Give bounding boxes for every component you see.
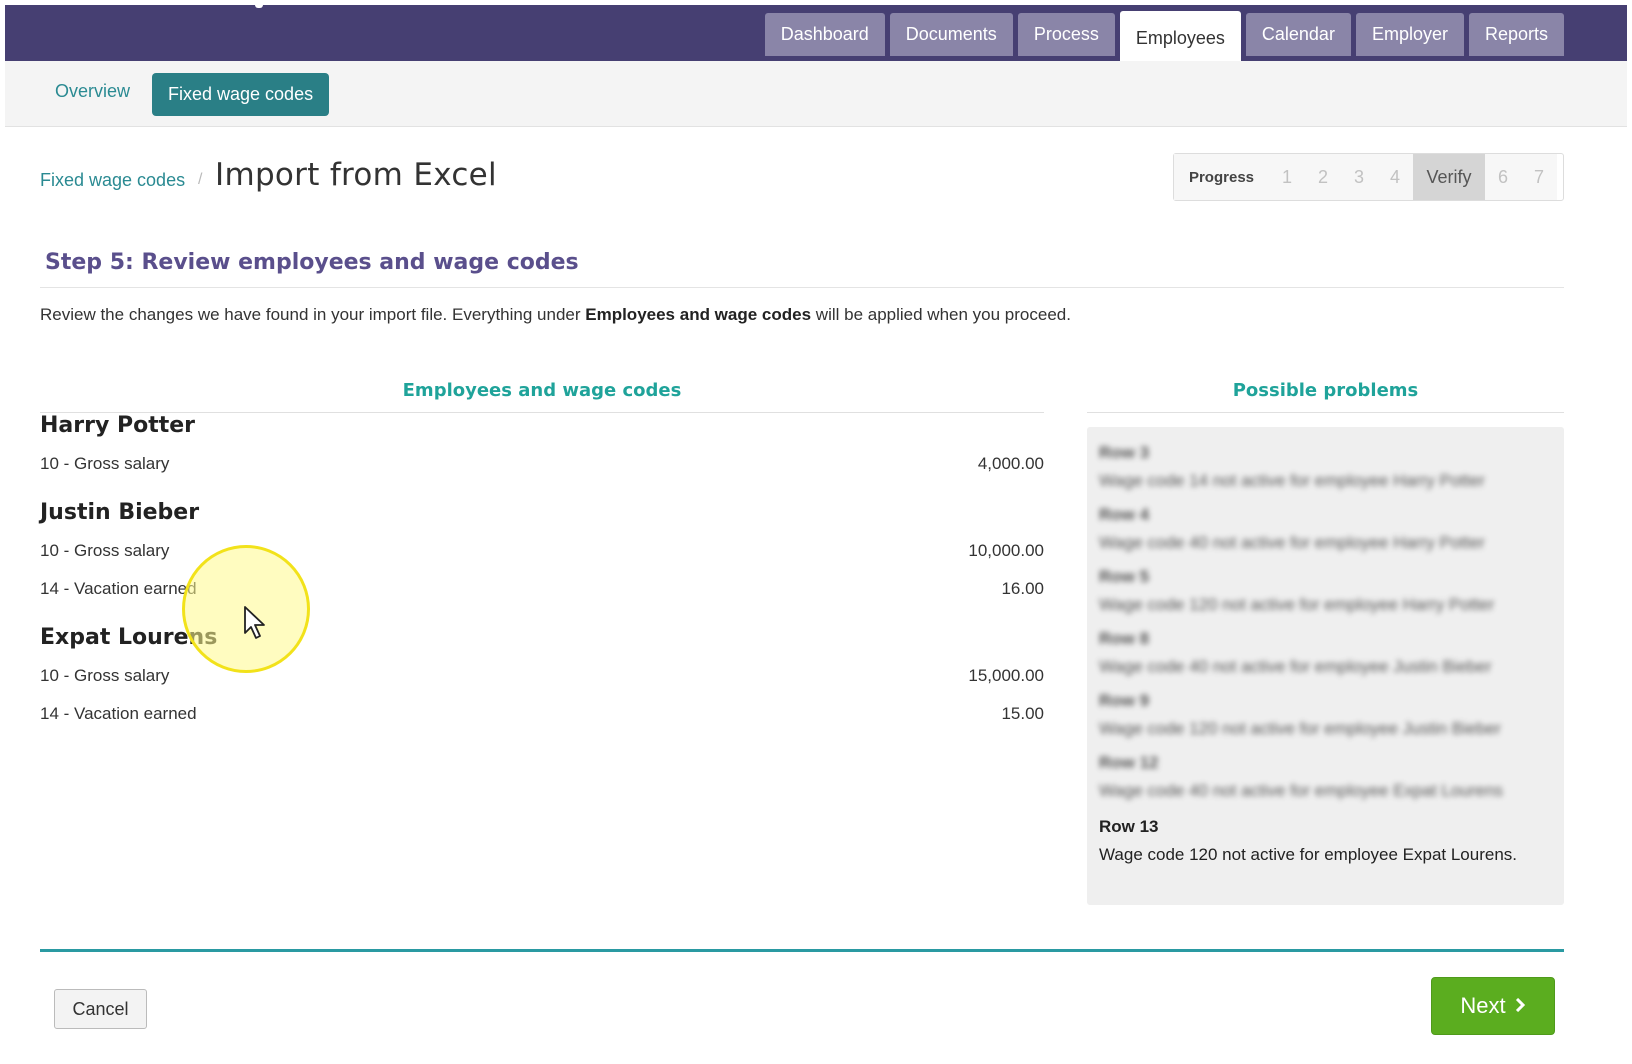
- wage-code-label: 14 - Vacation earned: [40, 704, 197, 723]
- app-frame: Dashboard Documents Process Employees Ca…: [5, 5, 1627, 1064]
- wage-code-label: 10 - Gross salary: [40, 666, 170, 685]
- subnav-fixed-wage-codes-button[interactable]: Fixed wage codes: [152, 73, 330, 116]
- problem-item: Row 13 Wage code 120 not active for empl…: [1099, 817, 1517, 865]
- breadcrumb-fixed-wage-codes[interactable]: Fixed wage codes: [40, 170, 185, 191]
- problem-message: Wage code 40 not active for employee Exp…: [1099, 781, 1503, 800]
- cancel-button[interactable]: Cancel: [54, 989, 147, 1029]
- employees-wage-codes-column: Employees and wage codes Harry Potter 10…: [40, 380, 1044, 723]
- progress-step-verify: Verify: [1413, 154, 1485, 200]
- problem-row-label: Row 4: [1099, 505, 1150, 524]
- employees-column-heading: Employees and wage codes: [40, 380, 1044, 413]
- step-title: Step 5: Review employees and wage codes: [45, 250, 579, 275]
- progress-step-2: 2: [1305, 154, 1341, 200]
- possible-problems-column: Possible problems Row 3 Wage code 14 not…: [1087, 380, 1564, 905]
- tab-dashboard[interactable]: Dashboard: [764, 13, 885, 56]
- step-divider: [40, 287, 1564, 288]
- problem-message: Wage code 120 not active for employee Ha…: [1099, 595, 1495, 614]
- wage-code-label: 10 - Gross salary: [40, 454, 170, 473]
- progress-step-7: 7: [1521, 154, 1557, 200]
- wage-code-row: 10 - Gross salary 10,000.00: [40, 541, 1044, 561]
- problem-message: Wage code 40 not active for employee Har…: [1099, 533, 1485, 552]
- top-navbar: Dashboard Documents Process Employees Ca…: [5, 5, 1627, 64]
- footer-divider: [40, 949, 1564, 952]
- subnav-overview-link[interactable]: Overview: [55, 81, 130, 102]
- tab-documents[interactable]: Documents: [889, 13, 1013, 56]
- problem-message: Wage code 40 not active for employee Jus…: [1099, 657, 1492, 676]
- employee-name: Justin Bieber: [40, 500, 200, 525]
- progress-step-1: 1: [1269, 154, 1305, 200]
- tab-calendar[interactable]: Calendar: [1245, 13, 1351, 56]
- employee-name: Harry Potter: [40, 413, 195, 438]
- next-button[interactable]: Next: [1431, 977, 1555, 1035]
- wage-code-row: 14 - Vacation earned 15.00: [40, 704, 1044, 724]
- wage-code-row: 10 - Gross salary 15,000.00: [40, 666, 1044, 686]
- progress-step-6: 6: [1485, 154, 1521, 200]
- step-description: Review the changes we have found in your…: [40, 305, 1071, 324]
- problem-row-label: Row 3: [1099, 443, 1150, 462]
- tab-employees[interactable]: Employees: [1119, 11, 1241, 64]
- breadcrumb-separator: /: [198, 171, 203, 188]
- problem-row-label: Row 8: [1099, 629, 1150, 648]
- step-description-emphasis: Employees and wage codes: [585, 305, 812, 324]
- problem-message: Wage code 14 not active for employee Har…: [1099, 471, 1485, 490]
- wage-code-row: 10 - Gross salary 4,000.00: [40, 454, 1044, 474]
- problem-item: Row 8 Wage code 40 not active for employ…: [1099, 629, 1491, 677]
- problem-row-label: Row 5: [1099, 567, 1150, 586]
- problem-row-label: Row 12: [1099, 753, 1159, 772]
- problem-item: Row 12 Wage code 40 not active for emplo…: [1099, 753, 1503, 801]
- main-nav-tabs: Dashboard Documents Process Employees Ca…: [764, 11, 1564, 64]
- next-button-label: Next: [1460, 993, 1506, 1018]
- progress-step-3: 3: [1341, 154, 1377, 200]
- problem-row-label: Row 13: [1099, 817, 1159, 836]
- problem-item: Row 4 Wage code 40 not active for employ…: [1099, 505, 1485, 553]
- wage-code-label: 10 - Gross salary: [40, 541, 170, 560]
- progress-label: Progress: [1174, 154, 1269, 200]
- problem-item: Row 5 Wage code 120 not active for emplo…: [1099, 567, 1494, 615]
- chevron-right-icon: [1514, 996, 1526, 1017]
- wage-code-value: 10,000.00: [968, 541, 1044, 560]
- mouse-pointer-icon: [243, 605, 267, 641]
- problem-message: Wage code 120 not active for employee Ex…: [1099, 845, 1518, 864]
- problem-row-label: Row 9: [1099, 691, 1150, 710]
- tab-reports[interactable]: Reports: [1468, 13, 1564, 56]
- page-title: Import from Excel: [215, 157, 497, 193]
- sub-navbar: Overview Fixed wage codes: [5, 61, 1627, 127]
- wage-code-value: 4,000.00: [977, 454, 1044, 473]
- problems-column-heading: Possible problems: [1087, 380, 1564, 413]
- tab-process[interactable]: Process: [1017, 13, 1115, 56]
- problem-item: Row 9 Wage code 120 not active for emplo…: [1099, 691, 1501, 739]
- progress-indicator: Progress 1 2 3 4 Verify 6 7: [1173, 153, 1564, 201]
- wage-code-value: 15,000.00: [968, 666, 1044, 685]
- wage-code-value: 15.00: [1001, 704, 1044, 723]
- wage-code-value: 16.00: [1001, 579, 1044, 598]
- problems-panel: Row 3 Wage code 14 not active for employ…: [1087, 427, 1564, 905]
- problem-item: Row 3 Wage code 14 not active for employ…: [1099, 443, 1485, 491]
- progress-step-4: 4: [1377, 154, 1413, 200]
- tab-employer[interactable]: Employer: [1355, 13, 1464, 56]
- logo-fragment: [255, 5, 263, 8]
- problem-message: Wage code 120 not active for employee Ju…: [1099, 719, 1501, 738]
- wage-code-label: 14 - Vacation earned: [40, 579, 197, 598]
